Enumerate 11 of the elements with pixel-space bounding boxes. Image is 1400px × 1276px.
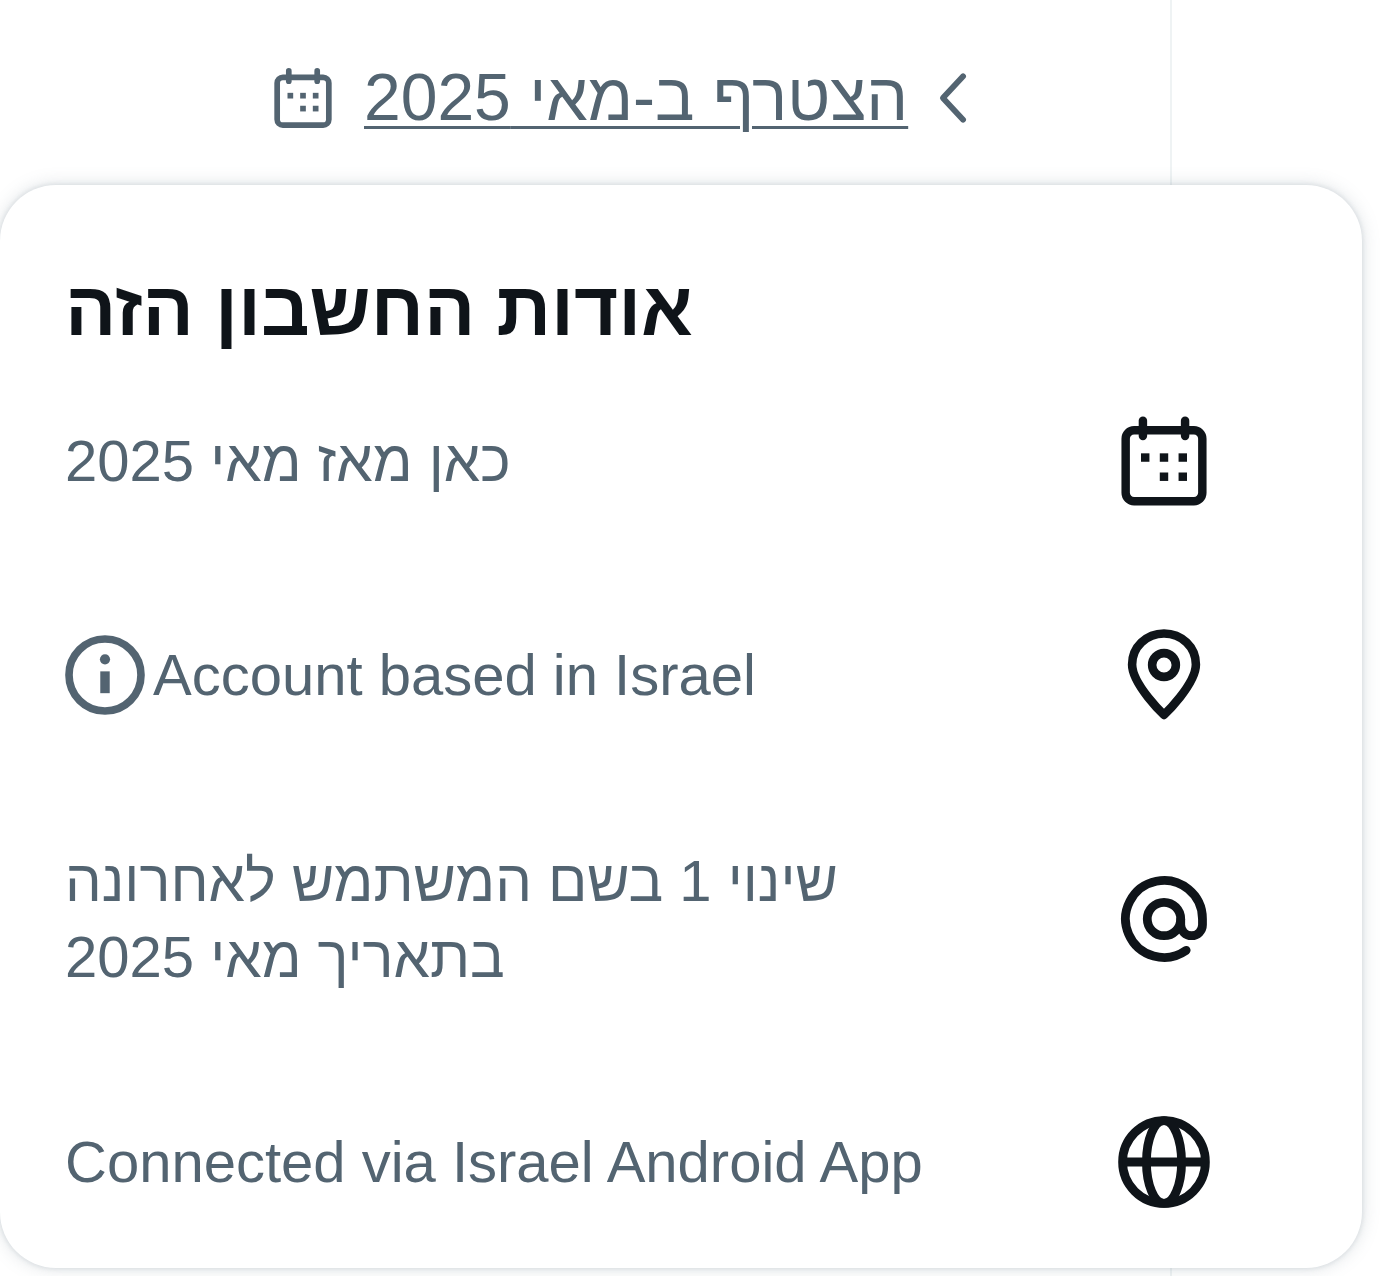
calendar-icon [1118, 415, 1210, 508]
globe-icon [1118, 1115, 1210, 1208]
account-location-text: Account based in Israel [153, 641, 756, 710]
username-change-text: שינוי 1 בשם המשתמש לאחרונה בתאריך מאי 2025 [65, 847, 839, 991]
connection-text: Connected via Israel Android App [65, 1128, 923, 1197]
info-icon[interactable] [65, 635, 145, 716]
joined-date-text: כאן מאז מאי 2025 [65, 427, 511, 496]
calendar-icon [272, 65, 334, 130]
popup-title: אודות החשבון הזה [65, 265, 694, 353]
chevron-icon [938, 71, 969, 124]
joined-date-link[interactable]: הצטרף ב-מאי 2025 [364, 58, 909, 138]
